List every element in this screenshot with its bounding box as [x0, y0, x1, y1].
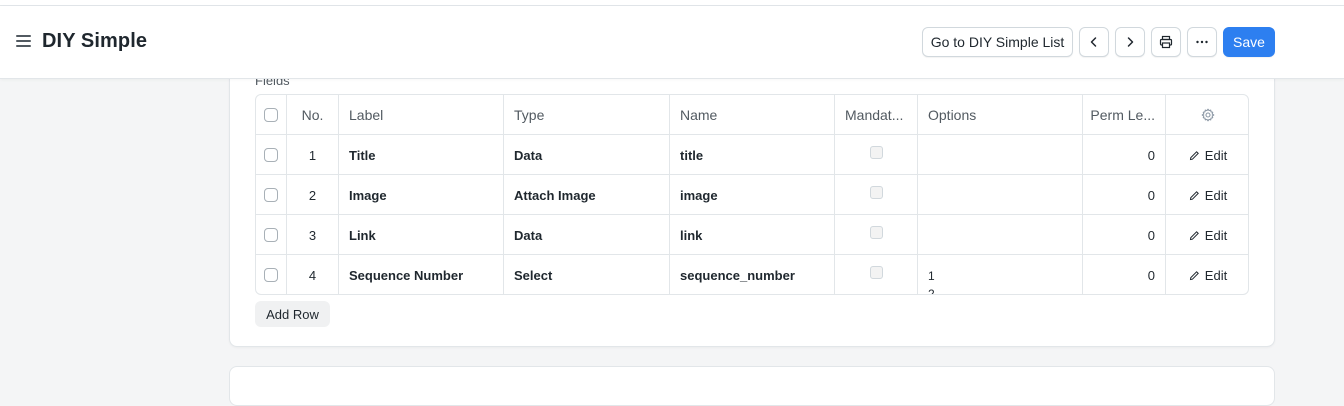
row-number: 1	[287, 135, 339, 175]
edit-label: Edit	[1204, 267, 1228, 283]
row-select-cell	[256, 215, 287, 255]
row-edit-cell: Edit	[1166, 255, 1248, 294]
column-header-mandatory: Mandat...	[835, 95, 918, 135]
column-header-perm-level: Perm Le...	[1083, 95, 1166, 135]
hamburger-icon[interactable]	[16, 35, 32, 49]
row-mandatory-cell	[835, 175, 918, 215]
mandatory-checkbox[interactable]	[870, 145, 883, 159]
row-type[interactable]: Data	[504, 215, 670, 255]
chevron-right-icon	[1127, 37, 1134, 47]
row-options[interactable]	[918, 135, 1083, 175]
row-perm-level[interactable]: 0	[1083, 175, 1166, 215]
row-select-cell	[256, 175, 287, 215]
table-row[interactable]: 3 Link Data link 0 Edit	[256, 215, 1248, 255]
gear-icon[interactable]	[1201, 108, 1215, 122]
printer-icon	[1159, 35, 1173, 49]
mandatory-checkbox[interactable]	[870, 225, 883, 239]
row-type[interactable]: Data	[504, 135, 670, 175]
edit-label: Edit	[1204, 187, 1228, 203]
edit-row-button[interactable]: Edit	[1189, 228, 1227, 243]
row-mandatory-cell	[835, 215, 918, 255]
row-perm-level[interactable]: 0	[1083, 215, 1166, 255]
option-line: 1	[928, 269, 935, 283]
option-line: 2	[928, 287, 935, 295]
page-header: DIY Simple Go to DIY Simple List Save	[0, 6, 1344, 79]
column-settings-cell	[1166, 95, 1248, 135]
row-name[interactable]: sequence_number	[670, 255, 835, 294]
row-perm-level[interactable]: 0	[1083, 255, 1166, 294]
edit-row-button[interactable]: Edit	[1189, 268, 1227, 283]
column-header-name: Name	[670, 95, 835, 135]
column-header-options: Options	[918, 95, 1083, 135]
row-checkbox[interactable]	[264, 228, 278, 242]
save-button[interactable]: Save	[1223, 27, 1275, 57]
row-edit-cell: Edit	[1166, 215, 1248, 255]
row-options[interactable]	[918, 215, 1083, 255]
column-header-type: Type	[504, 95, 670, 135]
row-checkbox[interactable]	[264, 268, 278, 282]
column-header-no: No.	[287, 95, 339, 135]
row-mandatory-cell	[835, 255, 918, 294]
row-options[interactable]: 1 2	[918, 255, 1083, 295]
previous-record-button[interactable]	[1079, 27, 1109, 57]
edit-label: Edit	[1204, 227, 1228, 243]
row-select-cell	[256, 255, 287, 294]
print-button[interactable]	[1151, 27, 1181, 57]
edit-label: Edit	[1204, 147, 1228, 163]
chevron-left-icon	[1090, 37, 1097, 47]
mandatory-checkbox[interactable]	[870, 185, 883, 199]
row-name[interactable]: image	[670, 175, 835, 215]
next-section-card	[229, 366, 1275, 406]
row-number: 3	[287, 215, 339, 255]
column-header-label: Label	[339, 95, 504, 135]
pencil-icon	[1189, 270, 1199, 280]
table-row[interactable]: 1 Title Data title 0 Edit	[256, 135, 1248, 175]
add-row-button[interactable]: Add Row	[255, 301, 330, 327]
pencil-icon	[1189, 230, 1199, 240]
table-row[interactable]: 4 Sequence Number Select sequence_number…	[256, 255, 1248, 295]
edit-row-button[interactable]: Edit	[1189, 148, 1227, 163]
row-label[interactable]: Link	[339, 215, 504, 255]
next-record-button[interactable]	[1115, 27, 1145, 57]
more-actions-button[interactable]	[1187, 27, 1217, 57]
row-mandatory-cell	[835, 135, 918, 175]
row-name[interactable]: link	[670, 215, 835, 255]
table-row[interactable]: 2 Image Attach Image image 0 Edit	[256, 175, 1248, 215]
row-edit-cell: Edit	[1166, 175, 1248, 215]
select-all-cell	[256, 95, 287, 135]
row-number: 2	[287, 175, 339, 215]
fields-card: Fields No. Label Type Name Mandat... Opt…	[229, 60, 1275, 347]
row-number: 4	[287, 255, 339, 294]
ellipsis-icon	[1196, 40, 1208, 44]
pencil-icon	[1189, 150, 1199, 160]
row-perm-level[interactable]: 0	[1083, 135, 1166, 175]
row-options[interactable]	[918, 175, 1083, 215]
row-label[interactable]: Image	[339, 175, 504, 215]
row-name[interactable]: title	[670, 135, 835, 175]
row-type[interactable]: Attach Image	[504, 175, 670, 215]
edit-row-button[interactable]: Edit	[1189, 188, 1227, 203]
row-checkbox[interactable]	[264, 148, 278, 162]
pencil-icon	[1189, 190, 1199, 200]
row-select-cell	[256, 135, 287, 175]
page-title: DIY Simple	[42, 30, 148, 52]
go-to-list-button[interactable]: Go to DIY Simple List	[922, 27, 1073, 57]
fields-table: No. Label Type Name Mandat... Options Pe…	[255, 94, 1249, 295]
table-header-row: No. Label Type Name Mandat... Options Pe…	[256, 95, 1248, 135]
row-label[interactable]: Title	[339, 135, 504, 175]
row-label[interactable]: Sequence Number	[339, 255, 504, 294]
row-checkbox[interactable]	[264, 188, 278, 202]
row-edit-cell: Edit	[1166, 135, 1248, 175]
row-type[interactable]: Select	[504, 255, 670, 294]
select-all-checkbox[interactable]	[264, 108, 278, 122]
mandatory-checkbox[interactable]	[870, 265, 883, 279]
